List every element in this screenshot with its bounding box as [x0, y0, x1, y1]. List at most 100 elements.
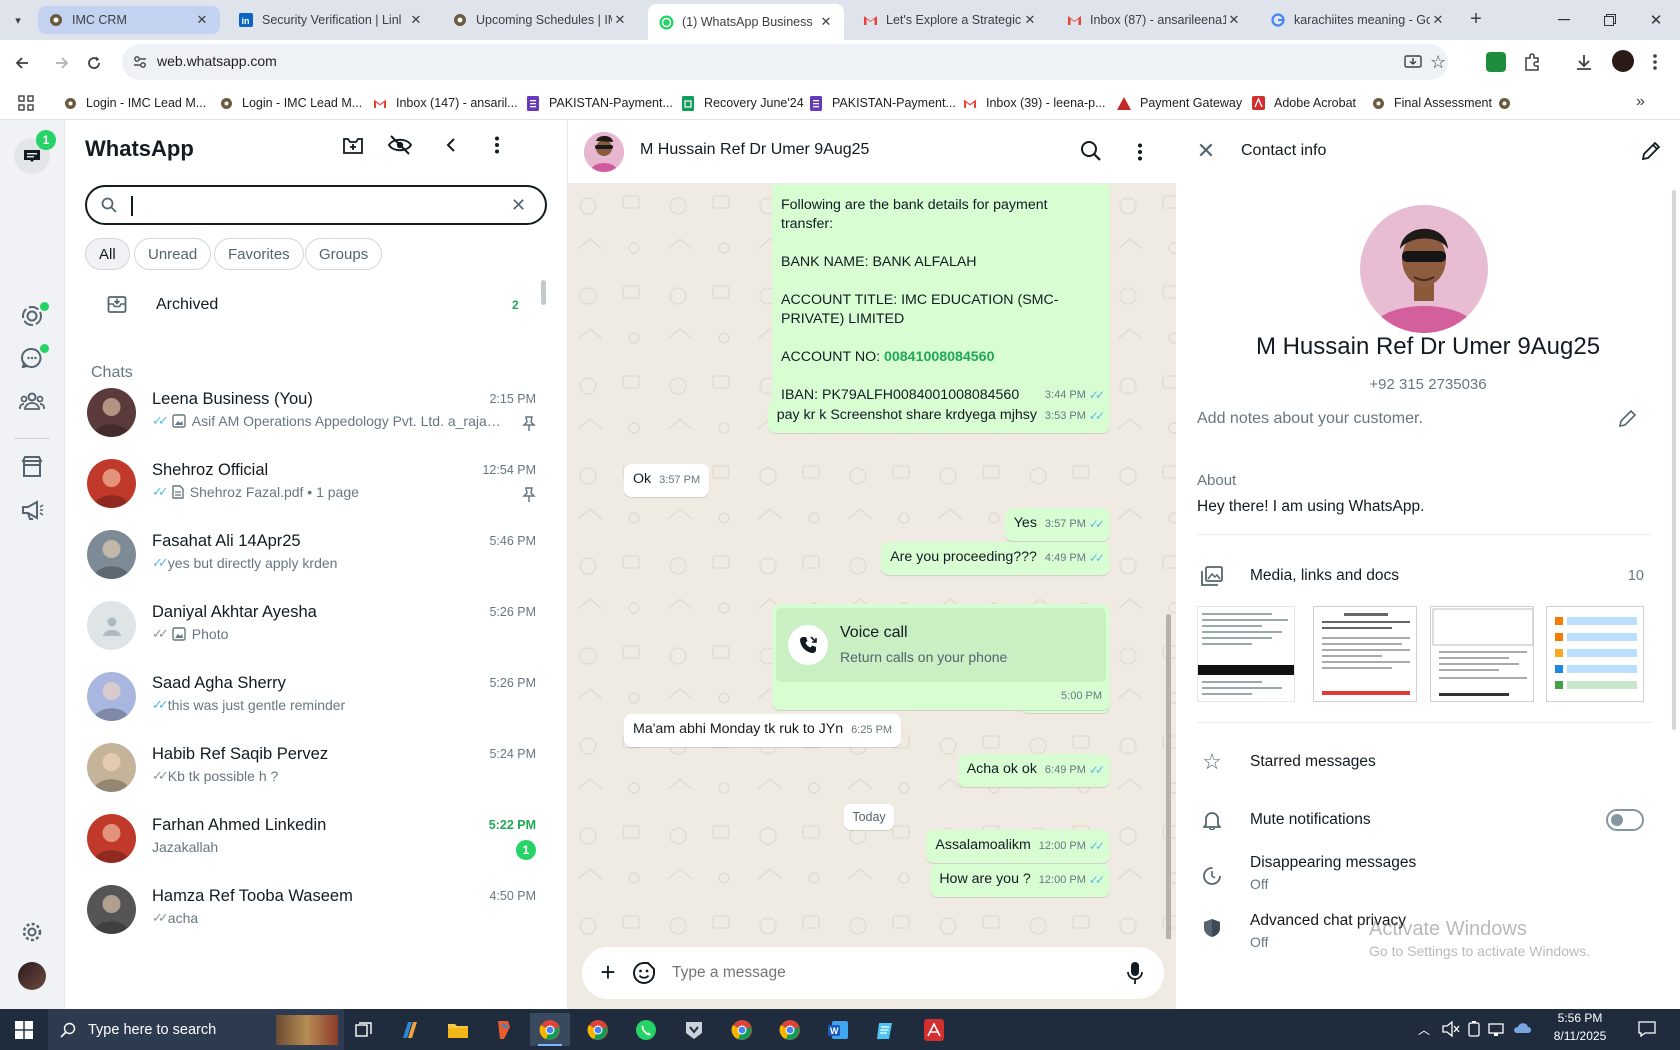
message-input[interactable] [672, 961, 1092, 985]
archived-row[interactable]: Archived 2 [65, 282, 550, 342]
back-button[interactable] [10, 51, 34, 75]
search-box[interactable]: ✕ [85, 185, 547, 225]
task-view-button[interactable] [344, 1013, 384, 1046]
tab-google-search[interactable]: karachiites meaning - Go ✕ [1260, 6, 1456, 34]
whatsapp-taskbar-button[interactable] [626, 1013, 666, 1046]
chat-list-item[interactable]: Farhan Ahmed Linkedin 5:22 PM Jazakallah 1 [65, 802, 567, 878]
tab-close-icon[interactable]: ✕ [1226, 12, 1242, 28]
outgoing-message[interactable]: Yes 3:57 PM ✓✓ [1004, 508, 1110, 541]
edit-contact-button[interactable] [1640, 140, 1664, 164]
filter-all[interactable]: All [85, 238, 130, 270]
reload-button[interactable] [82, 51, 106, 75]
extension-green-icon[interactable] [1486, 52, 1506, 72]
contact-info-scrollbar[interactable] [1672, 190, 1676, 730]
attach-plus-icon[interactable]: + [596, 959, 620, 985]
tab-gmail-inbox[interactable]: Inbox (87) - ansarileena1 ✕ [1056, 6, 1252, 34]
notepad-taskbar-button[interactable] [866, 1013, 906, 1046]
tray-app-icon[interactable] [1514, 1021, 1532, 1037]
acrobat-taskbar-button[interactable] [914, 1013, 954, 1046]
taskbar-clock-date[interactable]: 8/11/2025 [1538, 1029, 1622, 1043]
channels-nav-button[interactable] [16, 342, 49, 374]
more-bookmarks-icon[interactable]: » [1636, 93, 1645, 111]
contact-name[interactable]: M Hussain Ref Dr Umer 9Aug25 [640, 141, 869, 159]
starred-messages-row[interactable]: ☆ Starred messages [1196, 749, 1644, 774]
tab-linkedin[interactable]: in Security Verification | Linl ✕ [228, 6, 434, 34]
chat-list-scrollbar[interactable] [541, 280, 546, 305]
search-chat-button[interactable] [1080, 140, 1104, 164]
collapse-button[interactable] [439, 133, 463, 157]
chat-list-item[interactable]: Shehroz Official 12:54 PM ✓✓ Shehroz Fazal.… [65, 447, 567, 523]
bookmark-item[interactable]: Recovery June'24 [680, 92, 804, 114]
messages-area[interactable]: Following are the bank details for payme… [568, 184, 1176, 939]
network-icon[interactable] [1488, 1021, 1504, 1037]
bookmark-item[interactable]: Login - IMC Lead M... [218, 92, 362, 114]
outgoing-message[interactable]: Are you proceeding??? 4:49 PM ✓✓ [881, 542, 1110, 575]
app-taskbar-button[interactable] [484, 1013, 524, 1046]
outgoing-message[interactable]: How are you ? 12:00 PM ✓✓ [930, 864, 1110, 897]
chat-list-item[interactable]: Leena Business (You) 2:15 PM ✓✓ Asif AM Ope… [65, 376, 567, 452]
bookmark-item[interactable]: Payment Gateway [1116, 92, 1242, 114]
filter-unread[interactable]: Unread [134, 238, 212, 270]
forward-button[interactable] [50, 51, 74, 75]
communities-nav-button[interactable] [16, 385, 48, 417]
show-hidden-icons[interactable]: ︿ [1418, 1021, 1430, 1038]
unread-filter-toggle-button[interactable] [387, 133, 413, 157]
file-explorer-taskbar-button[interactable] [438, 1013, 478, 1046]
profile-avatar[interactable] [18, 962, 46, 990]
install-app-icon[interactable] [1404, 54, 1422, 70]
media-thumbnail[interactable] [1313, 606, 1417, 702]
contact-photo[interactable] [1360, 205, 1488, 333]
tab-gmail-strategic[interactable]: Let's Explore a Strategic ✕ [852, 6, 1048, 34]
tab-upcoming-schedules[interactable]: Upcoming Schedules | IM ✕ [442, 6, 638, 34]
edit-notes-button[interactable] [1618, 408, 1640, 430]
window-minimize-button[interactable] [1552, 8, 1576, 32]
apps-grid-icon[interactable] [18, 95, 34, 111]
ads-nav-button[interactable] [16, 494, 48, 526]
media-thumbnail[interactable] [1430, 606, 1534, 702]
copilot-taskbar-button[interactable] [390, 1013, 430, 1046]
notifications-icon[interactable] [1638, 1021, 1656, 1037]
taskbar-clock-time[interactable]: 5:56 PM [1538, 1011, 1622, 1025]
catalog-nav-button[interactable] [16, 451, 48, 483]
bookmark-item[interactable]: Final Assessment [1370, 92, 1492, 114]
message-bank-details[interactable]: Following are the bank details for payme… [772, 184, 1110, 412]
chrome-taskbar-button-4[interactable] [770, 1013, 810, 1046]
bookmark-item[interactable]: Inbox (39) - leena-p... [962, 92, 1106, 114]
customer-notes-field[interactable]: Add notes about your customer. [1197, 410, 1423, 428]
browser-menu-icon[interactable] [1652, 52, 1658, 72]
chats-nav-button[interactable]: 1 [14, 130, 56, 174]
outgoing-message[interactable]: pay kr k Screenshot share krdyega mjhsy 3… [767, 400, 1110, 433]
mute-toggle[interactable] [1606, 809, 1644, 831]
tab-search-icon[interactable]: ▾ [8, 10, 28, 30]
chat-list-item[interactable]: Habib Ref Saqib Pervez 5:24 PM ✓✓ Kb tk pos… [65, 731, 567, 807]
voice-call-message[interactable]: Voice call Return calls on your phone 5:… [772, 604, 1110, 710]
tab-close-icon[interactable]: ✕ [1022, 12, 1038, 28]
bookmark-item[interactable]: PAKISTAN-Payment... [808, 92, 956, 114]
bookmark-star-icon[interactable]: ☆ [1430, 52, 1446, 73]
new-chat-button[interactable] [341, 133, 365, 157]
site-settings-icon[interactable] [132, 54, 148, 70]
clear-search-icon[interactable]: ✕ [511, 195, 526, 216]
media-thumbnail[interactable] [1197, 606, 1295, 702]
word-taskbar-button[interactable]: W [818, 1013, 858, 1046]
media-thumbnail[interactable] [1546, 606, 1644, 702]
bookmark-item[interactable]: Login - IMC Lead M... [62, 92, 206, 114]
extensions-puzzle-icon[interactable] [1522, 52, 1542, 72]
mute-notifications-row[interactable]: Mute notifications [1196, 808, 1644, 832]
tab-close-icon[interactable]: ✕ [1430, 12, 1446, 28]
outgoing-message[interactable]: Assalamoalikm 12:00 PM ✓✓ [926, 830, 1110, 863]
chrome-taskbar-button[interactable] [530, 1013, 570, 1046]
bookmark-item[interactable]: Inbox (147) - ansaril... [372, 92, 518, 114]
volume-muted-icon[interactable] [1442, 1021, 1460, 1037]
chat-list-item[interactable]: Saad Agha Sherry 5:26 PM ✓✓ this was just g… [65, 660, 567, 736]
disappearing-messages-row[interactable]: Disappearing messages Off [1196, 854, 1644, 892]
chat-list-item[interactable]: Hamza Ref Tooba Waseem 4:50 PM ✓✓ acha [65, 873, 567, 949]
app-taskbar-button-2[interactable] [674, 1013, 714, 1046]
bookmark-item-icon-only[interactable] [1496, 92, 1520, 114]
search-input[interactable] [131, 195, 491, 217]
incoming-message[interactable]: Ok 3:57 PM [624, 464, 710, 497]
outgoing-message[interactable]: Acha ok ok 6:49 PM ✓✓ [957, 754, 1110, 787]
media-links-docs-row[interactable]: Media, links and docs 10 [1196, 564, 1644, 588]
new-tab-button[interactable]: + [1464, 9, 1488, 31]
window-restore-button[interactable] [1598, 8, 1622, 32]
